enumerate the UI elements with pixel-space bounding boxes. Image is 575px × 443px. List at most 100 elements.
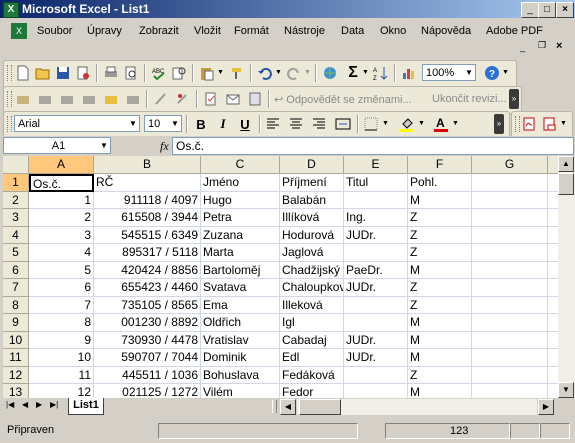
align-center-icon[interactable] <box>287 115 305 133</box>
cell[interactable]: Z <box>408 209 472 227</box>
align-right-icon[interactable] <box>310 115 328 133</box>
cell[interactable] <box>344 384 408 398</box>
cell[interactable] <box>548 174 558 192</box>
cell[interactable] <box>472 209 548 227</box>
sheet-tab-list1[interactable]: List1 <box>68 398 104 415</box>
cell[interactable]: Chaloupková <box>280 279 344 297</box>
help-icon[interactable]: ? <box>483 64 501 82</box>
cell[interactable]: Jméno <box>201 174 280 192</box>
cell[interactable] <box>472 366 548 384</box>
redo-icon[interactable] <box>285 64 303 82</box>
cell[interactable]: JUDr. <box>344 279 408 297</box>
vertical-scrollbar[interactable]: ▲ ▼ <box>558 156 575 398</box>
cell[interactable]: 590707 / 7044 <box>94 349 201 367</box>
cell[interactable]: Fedor <box>280 384 344 398</box>
column-header-h[interactable] <box>548 156 558 174</box>
cell[interactable] <box>344 191 408 209</box>
cell[interactable]: Illeková <box>280 296 344 314</box>
convert-to-pdf-icon[interactable] <box>520 115 538 133</box>
cell[interactable]: Jaglová <box>280 244 344 262</box>
horizontal-scroll-thumb[interactable] <box>299 399 341 415</box>
maximize-button[interactable]: □ <box>538 2 556 18</box>
print-icon[interactable] <box>102 64 120 82</box>
row-header[interactable]: 6 <box>3 261 29 279</box>
cell[interactable]: Chadžijský <box>280 261 344 279</box>
ink-erase-icon[interactable] <box>174 90 192 108</box>
cell[interactable]: Hugo <box>201 191 280 209</box>
row-header[interactable]: 1 <box>3 174 29 192</box>
cell[interactable] <box>472 384 548 398</box>
select-all-corner[interactable] <box>3 156 29 174</box>
scroll-left-icon[interactable]: ◀ <box>280 399 296 415</box>
row-header[interactable]: 2 <box>3 191 29 209</box>
cell[interactable] <box>344 244 408 262</box>
column-header-b[interactable]: B <box>94 156 201 174</box>
cell[interactable] <box>548 367 558 384</box>
cell[interactable]: Oldřich <box>201 314 280 332</box>
undo-icon[interactable] <box>256 64 274 82</box>
formula-input[interactable]: Os.č. <box>172 137 574 155</box>
cell[interactable] <box>344 314 408 332</box>
last-sheet-icon[interactable]: ▶| <box>50 400 58 409</box>
reply-with-changes-button[interactable]: ↩ Odpovědět se změnami... <box>274 93 412 106</box>
column-header-g[interactable]: G <box>472 156 548 174</box>
cell[interactable] <box>472 349 548 367</box>
horizontal-scrollbar[interactable] <box>297 399 537 415</box>
cell[interactable]: Ema <box>201 296 280 314</box>
cell[interactable]: RČ <box>94 174 201 192</box>
row-header[interactable]: 3 <box>3 209 29 227</box>
cell[interactable]: Petra <box>201 209 280 227</box>
menu-okno[interactable]: Okno <box>380 25 406 37</box>
pdf-dropdown-icon[interactable]: ▼ <box>560 120 567 127</box>
spelling-icon[interactable]: ABC <box>150 64 168 82</box>
paste-icon[interactable] <box>198 64 216 82</box>
row-header[interactable]: 8 <box>3 296 29 314</box>
fill-color-dropdown-icon[interactable]: ▼ <box>418 120 425 127</box>
cell[interactable]: Titul <box>344 174 408 192</box>
new-file-icon[interactable] <box>14 64 32 82</box>
row-header[interactable]: 5 <box>3 244 29 262</box>
cell[interactable] <box>344 296 408 314</box>
cell[interactable]: Cabadaj <box>280 331 344 349</box>
review-comment-icon[interactable] <box>80 90 98 108</box>
format-painter-icon[interactable] <box>228 64 246 82</box>
ink-icon[interactable] <box>152 90 170 108</box>
cell[interactable]: M <box>408 384 472 398</box>
attachment-icon[interactable] <box>246 90 264 108</box>
cell[interactable]: Bartoloměj <box>201 261 280 279</box>
cell[interactable]: 895317 / 5118 <box>94 244 201 262</box>
autosum-dropdown-icon[interactable]: ▼ <box>362 69 369 76</box>
cell[interactable]: Hodurová <box>280 226 344 244</box>
cell[interactable]: 6 <box>29 279 94 297</box>
scroll-right-icon[interactable]: ▶ <box>538 399 554 415</box>
cell[interactable]: 9 <box>29 331 94 349</box>
row-header[interactable]: 11 <box>3 349 29 367</box>
chart-wizard-icon[interactable] <box>400 64 418 82</box>
menu-nastroje[interactable]: Nástroje <box>284 25 325 37</box>
cell[interactable]: Balabán <box>280 191 344 209</box>
borders-dropdown-icon[interactable]: ▼ <box>382 120 389 127</box>
first-sheet-icon[interactable]: |◀ <box>6 400 14 409</box>
cell[interactable] <box>548 227 558 244</box>
cell[interactable] <box>472 296 548 314</box>
font-name-select[interactable]: Arial ▼ <box>14 115 140 132</box>
column-header-d[interactable]: D <box>280 156 344 174</box>
workbook-icon[interactable]: X <box>11 23 27 39</box>
cell[interactable] <box>548 192 558 209</box>
minimize-button[interactable]: _ <box>521 2 539 18</box>
cell[interactable]: 8 <box>29 314 94 332</box>
review-prev-icon[interactable] <box>36 90 54 108</box>
cell[interactable]: 11 <box>29 366 94 384</box>
cell[interactable]: 2 <box>29 209 94 227</box>
print-preview-icon[interactable] <box>122 64 140 82</box>
menu-adobe-pdf[interactable]: Adobe PDF <box>486 25 543 37</box>
cell[interactable]: Z <box>408 279 472 297</box>
menu-upravy[interactable]: Úpravy <box>87 25 122 37</box>
column-header-c[interactable]: C <box>201 156 280 174</box>
permission-icon[interactable] <box>74 64 92 82</box>
review-folder-icon[interactable] <box>14 90 32 108</box>
bold-icon[interactable]: B <box>192 115 210 133</box>
cell[interactable]: 12 <box>29 384 94 398</box>
menu-napoveda[interactable]: Nápověda <box>421 25 471 37</box>
cell[interactable] <box>548 384 558 398</box>
